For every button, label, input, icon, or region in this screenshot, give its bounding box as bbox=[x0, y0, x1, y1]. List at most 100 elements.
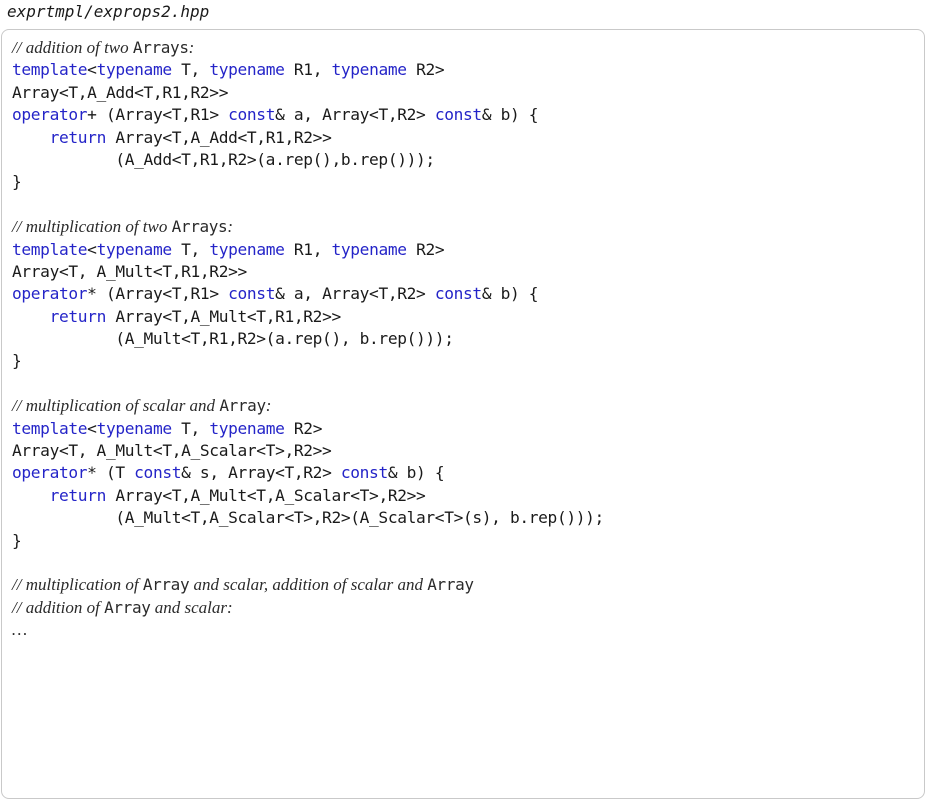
code-text: T, bbox=[171, 239, 210, 259]
code-keyword: operator bbox=[12, 463, 88, 483]
code-text: R2> bbox=[406, 239, 445, 259]
code-line: Array<T,A_Add<T,R1,R2>> bbox=[12, 82, 604, 104]
code-comment: // multiplication of bbox=[12, 575, 143, 595]
code-line: // multiplication of scalar and Array: bbox=[12, 395, 604, 417]
code-keyword: const bbox=[340, 463, 388, 483]
code-listing-box: // addition of two Arrays: template<typen… bbox=[1, 29, 925, 799]
code-text: < bbox=[87, 418, 97, 438]
code-line: operator+ (Array<T,R1> const& a, Array<T… bbox=[12, 104, 604, 126]
code-line: // addition of two Arrays: bbox=[12, 37, 604, 59]
code-comment: Array bbox=[427, 575, 474, 595]
code-comment: and scalar, addition of scalar and bbox=[189, 575, 428, 595]
code-text: & b) { bbox=[481, 105, 539, 125]
code-text: } bbox=[12, 530, 22, 550]
code-text: Array<T,A_Mult<T,R1,R2>> bbox=[105, 306, 341, 326]
code-keyword: return bbox=[49, 485, 107, 505]
code-comment: Array bbox=[142, 575, 190, 595]
code-line: … bbox=[12, 619, 604, 641]
code-comment: // multiplication of two bbox=[12, 217, 172, 237]
code-text: T, bbox=[171, 418, 210, 438]
code-line: template<typename T, typename R2> bbox=[12, 418, 604, 440]
code-keyword: template bbox=[12, 418, 88, 438]
code-text: & s, Array<T,R2> bbox=[181, 463, 341, 483]
code-line: } bbox=[12, 530, 604, 552]
code-text: R1, bbox=[284, 239, 332, 259]
code-block: // addition of two Arrays: template<typen… bbox=[12, 37, 604, 642]
code-line: // addition of Array and scalar: bbox=[12, 597, 604, 619]
code-text: (A_Mult<T,R1,R2>(a.rep(), b.rep())); bbox=[12, 329, 454, 349]
code-text: } bbox=[12, 172, 22, 192]
code-keyword: const bbox=[228, 284, 276, 304]
code-keyword: typename bbox=[96, 239, 173, 259]
code-text: < bbox=[87, 60, 97, 80]
code-keyword: template bbox=[12, 239, 88, 259]
file-name-caption: exprtmpl/exprops2.hpp bbox=[7, 2, 210, 21]
code-text: R2> bbox=[284, 418, 323, 438]
code-text: Array<T,A_Add<T,R1,R2>> bbox=[105, 127, 332, 147]
code-line: (A_Mult<T,R1,R2>(a.rep(), b.rep())); bbox=[12, 328, 604, 350]
code-keyword: const bbox=[434, 105, 482, 125]
code-keyword: operator bbox=[12, 105, 88, 125]
code-text: } bbox=[12, 351, 22, 371]
code-line: operator* (Array<T,R1> const& a, Array<T… bbox=[12, 283, 604, 305]
code-keyword: typename bbox=[209, 239, 285, 259]
code-comment: // addition of bbox=[12, 597, 105, 617]
code-text: & b) { bbox=[481, 284, 539, 304]
code-text: Array<T, A_Mult<T,R1,R2>> bbox=[12, 261, 247, 281]
code-text: & a, Array<T,R2> bbox=[275, 284, 435, 304]
code-comment: Array bbox=[104, 597, 151, 617]
code-text: Array<T,A_Mult<T,A_Scalar<T>,R2>> bbox=[105, 485, 426, 505]
code-comment: : bbox=[265, 396, 272, 416]
code-text: (A_Add<T,R1,R2>(a.rep(),b.rep())); bbox=[12, 149, 435, 169]
code-line: // multiplication of two Arrays: bbox=[12, 216, 604, 238]
code-keyword: const bbox=[434, 284, 482, 304]
code-text: Array<T, A_Mult<T,A_Scalar<T>,R2>> bbox=[12, 441, 332, 461]
code-comment: : bbox=[227, 217, 233, 237]
code-text: (A_Mult<T,A_Scalar<T>,R2>(A_Scalar<T>(s)… bbox=[12, 508, 604, 528]
code-text: & a, Array<T,R2> bbox=[275, 105, 435, 125]
code-comment: Arrays bbox=[132, 38, 189, 57]
code-text: R2> bbox=[406, 60, 445, 80]
code-line: return Array<T,A_Mult<T,A_Scalar<T>,R2>> bbox=[12, 485, 604, 507]
code-line: Array<T, A_Mult<T,A_Scalar<T>,R2>> bbox=[12, 440, 604, 462]
code-line: // multiplication of Array and scalar, a… bbox=[12, 574, 604, 596]
code-keyword: typename bbox=[96, 60, 173, 80]
code-comment: … bbox=[12, 620, 28, 640]
code-keyword: typename bbox=[209, 60, 285, 80]
code-keyword: typename bbox=[331, 60, 408, 80]
code-text: T, bbox=[171, 60, 210, 80]
code-keyword: typename bbox=[209, 418, 285, 438]
code-comment: : bbox=[188, 38, 195, 57]
code-line: return Array<T,A_Add<T,R1,R2>> bbox=[12, 127, 604, 149]
code-line: template<typename T, typename R1, typena… bbox=[12, 59, 604, 81]
code-line: } bbox=[12, 350, 604, 372]
code-comment: // multiplication of scalar and bbox=[12, 396, 220, 416]
code-keyword: operator bbox=[12, 284, 88, 304]
code-text: * (T bbox=[87, 463, 135, 483]
code-text: + (Array<T,R1> bbox=[87, 105, 229, 125]
code-keyword: template bbox=[12, 60, 88, 80]
code-keyword: const bbox=[134, 463, 182, 483]
code-text: * (Array<T,R1> bbox=[87, 284, 229, 304]
code-comment: Arrays bbox=[171, 217, 228, 237]
code-line: (A_Mult<T,A_Scalar<T>,R2>(A_Scalar<T>(s)… bbox=[12, 507, 604, 529]
code-line: (A_Add<T,R1,R2>(a.rep(),b.rep())); bbox=[12, 149, 604, 171]
code-comment: and scalar: bbox=[150, 597, 233, 617]
code-keyword: return bbox=[49, 127, 107, 147]
code-keyword: return bbox=[49, 306, 107, 326]
code-line: template<typename T, typename R1, typena… bbox=[12, 239, 604, 261]
code-comment: Array bbox=[219, 396, 266, 416]
code-keyword: typename bbox=[96, 418, 173, 438]
code-line: operator* (T const& s, Array<T,R2> const… bbox=[12, 462, 604, 484]
code-line: } bbox=[12, 171, 604, 193]
code-text: Array<T,A_Add<T,R1,R2>> bbox=[12, 82, 229, 102]
code-line: Array<T, A_Mult<T,R1,R2>> bbox=[12, 261, 604, 283]
code-keyword: typename bbox=[331, 239, 408, 259]
code-keyword: const bbox=[228, 105, 276, 125]
